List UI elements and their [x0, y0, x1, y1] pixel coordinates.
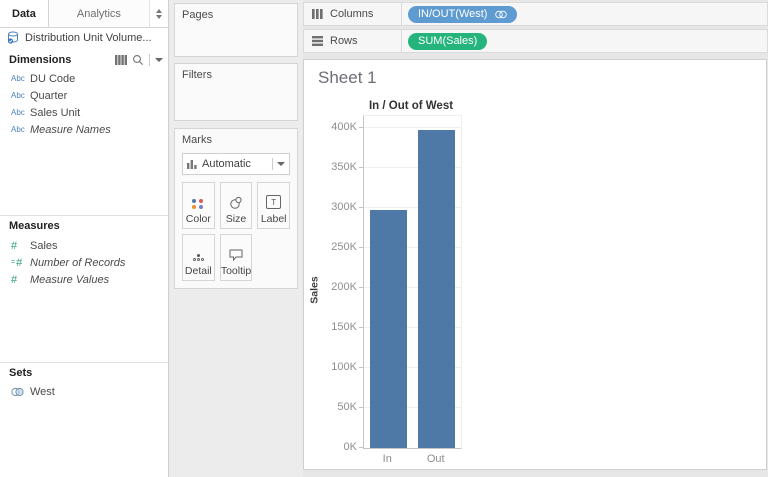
y-tick-label: 200K — [317, 281, 357, 293]
bar-in[interactable] — [370, 210, 407, 448]
field-measure-names[interactable]: Abc Measure Names — [0, 121, 168, 138]
bar-out[interactable] — [418, 130, 455, 448]
label-button[interactable]: T Label — [257, 182, 290, 229]
data-pane: Data Analytics Distribution Unit Volume.… — [0, 0, 169, 477]
detail-button[interactable]: Detail — [182, 234, 215, 281]
y-tick-mark — [359, 407, 363, 408]
columns-shelf[interactable]: Columns IN/OUT(West) — [303, 2, 768, 26]
marks-buttons: Color Size T Label — [182, 182, 290, 281]
y-tick-mark — [359, 287, 363, 288]
mark-type-caret-icon — [277, 162, 285, 166]
dimensions-list: Abc DU Code Abc Quarter Abc Sales Unit A… — [0, 70, 168, 138]
field-du-code[interactable]: Abc DU Code — [0, 70, 168, 87]
marks-label: Marks — [182, 134, 212, 146]
size-icon — [229, 196, 243, 209]
detail-icon — [193, 254, 204, 261]
pages-shelf[interactable]: Pages — [174, 3, 298, 57]
y-tick-mark — [359, 367, 363, 368]
plot-area — [363, 115, 462, 449]
gridline — [364, 127, 461, 128]
datasource-item[interactable]: Distribution Unit Volume... — [0, 27, 168, 48]
number-icon: # — [11, 274, 30, 286]
filters-label: Filters — [182, 69, 212, 81]
field-number-of-records[interactable]: =# Number of Records — [0, 254, 168, 271]
field-sales-unit[interactable]: Abc Sales Unit — [0, 104, 168, 121]
field-quarter[interactable]: Abc Quarter — [0, 87, 168, 104]
tooltip-icon — [229, 249, 243, 261]
pane-toggle-icon[interactable] — [149, 0, 168, 27]
columns-icon — [312, 9, 323, 19]
y-tick-label: 50K — [317, 401, 357, 413]
x-tick-label: Out — [412, 453, 461, 465]
rows-shelf[interactable]: Rows SUM(Sales) — [303, 29, 768, 53]
y-tick-label: 150K — [317, 321, 357, 333]
pill-set-venn-icon — [495, 10, 507, 19]
size-button[interactable]: Size — [220, 182, 253, 229]
rows-pill-sum-sales[interactable]: SUM(Sales) — [408, 33, 487, 50]
field-sales[interactable]: # Sales — [0, 237, 168, 254]
worksheet-region: Columns IN/OUT(West) — [303, 0, 768, 477]
y-tick-mark — [359, 447, 363, 448]
y-tick-label: 0K — [317, 441, 357, 453]
sheet-title: Sheet 1 — [318, 68, 377, 88]
y-tick-mark — [359, 247, 363, 248]
y-tick-label: 250K — [317, 241, 357, 253]
rows-icon — [312, 36, 323, 46]
bar-chart-icon — [187, 159, 197, 169]
sheet-canvas: Sheet 1 In / Out of West Sales 0K50K100K… — [303, 59, 767, 470]
tooltip-button[interactable]: Tooltip — [220, 234, 253, 281]
find-field-icon[interactable] — [132, 54, 144, 66]
filters-shelf[interactable]: Filters — [174, 63, 298, 121]
pane-divider — [0, 362, 168, 363]
columns-pill-in-out-west[interactable]: IN/OUT(West) — [408, 6, 517, 23]
abc-icon: Abc — [11, 91, 30, 100]
mark-type-dropdown[interactable]: Automatic — [182, 153, 290, 175]
tab-data[interactable]: Data — [0, 0, 49, 27]
dimensions-menu-caret-icon[interactable] — [155, 58, 163, 62]
pages-label: Pages — [182, 9, 213, 21]
mark-type-value: Automatic — [202, 158, 272, 170]
database-icon — [7, 31, 20, 44]
field-west-set[interactable]: West — [0, 383, 168, 400]
dimensions-header: Dimensions — [9, 51, 163, 68]
tableau-workspace: Data Analytics Distribution Unit Volume.… — [0, 0, 768, 477]
abc-icon: Abc — [11, 108, 30, 117]
measures-list: # Sales =# Number of Records # Measure V… — [0, 237, 168, 288]
tab-analytics[interactable]: Analytics — [49, 0, 149, 27]
auto-number-icon: =# — [11, 257, 30, 269]
y-tick-label: 100K — [317, 361, 357, 373]
sets-title: Sets — [9, 367, 32, 379]
set-venn-icon — [11, 387, 30, 397]
number-icon: # — [11, 240, 30, 252]
cards-column: Pages Filters Marks Automatic — [169, 0, 303, 477]
view-data-grid-icon[interactable] — [115, 55, 127, 65]
marks-card: Marks Automatic — [174, 128, 298, 289]
datasource-name: Distribution Unit Volume... — [25, 32, 152, 44]
y-tick-label: 300K — [317, 201, 357, 213]
y-tick-label: 350K — [317, 161, 357, 173]
rows-label: Rows — [330, 35, 392, 47]
label-icon: T — [266, 195, 281, 209]
field-measure-values[interactable]: # Measure Values — [0, 271, 168, 288]
y-tick-mark — [359, 127, 363, 128]
dimensions-title: Dimensions — [9, 54, 71, 66]
color-icon — [192, 199, 204, 209]
measures-title: Measures — [9, 220, 60, 232]
chart-title: In / Out of West — [324, 100, 498, 112]
color-button[interactable]: Color — [182, 182, 215, 229]
y-tick-mark — [359, 167, 363, 168]
columns-label: Columns — [330, 8, 392, 20]
y-tick-label: 400K — [317, 121, 357, 133]
sets-list: West — [0, 383, 168, 400]
x-tick-label: In — [363, 453, 412, 465]
y-tick-mark — [359, 207, 363, 208]
abc-icon: Abc — [11, 74, 30, 83]
y-tick-mark — [359, 327, 363, 328]
abc-icon: Abc — [11, 125, 30, 134]
pane-divider — [0, 215, 168, 216]
pane-tabbar: Data Analytics — [0, 0, 168, 28]
